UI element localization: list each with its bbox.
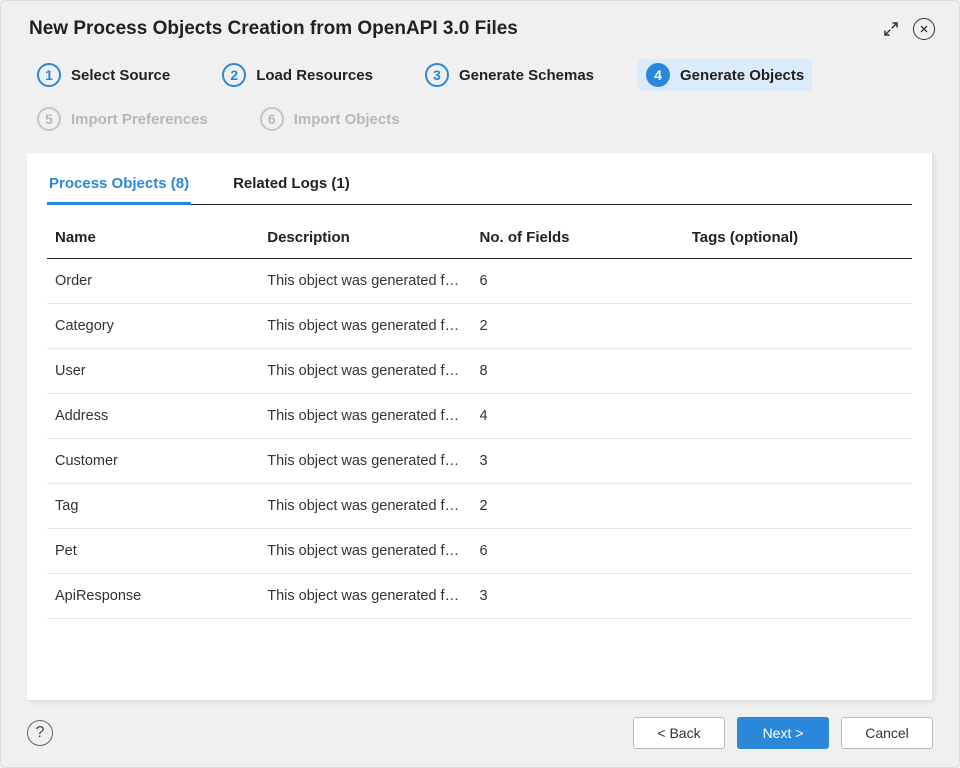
table-row[interactable]: CategoryThis object was generated fro...…	[47, 304, 912, 349]
cell-fields: 8	[480, 363, 692, 379]
step-num: 3	[425, 63, 449, 87]
step-label: Generate Objects	[680, 67, 804, 84]
step-label: Import Objects	[294, 111, 400, 128]
table-row[interactable]: AddressThis object was generated fro...4	[47, 394, 912, 439]
wizard-steps: 1 Select Source 2 Load Resources 3 Gener…	[1, 53, 959, 153]
cell-description: This object was generated fro...	[267, 318, 479, 334]
cell-name: Pet	[55, 543, 267, 559]
step-num: 5	[37, 107, 61, 131]
cell-fields: 3	[480, 453, 692, 469]
cell-description: This object was generated fro...	[267, 543, 479, 559]
cell-name: Tag	[55, 498, 267, 514]
cell-fields: 6	[480, 273, 692, 289]
table-row[interactable]: CustomerThis object was generated fro...…	[47, 439, 912, 484]
cell-description: This object was generated fro...	[267, 273, 479, 289]
cell-name: ApiResponse	[55, 588, 267, 604]
cell-name: Address	[55, 408, 267, 424]
expand-icon[interactable]	[879, 17, 903, 41]
cell-description: This object was generated fro...	[267, 453, 479, 469]
footer-actions: < Back Next > Cancel	[633, 717, 933, 749]
table-header-row: Name Description No. of Fields Tags (opt…	[47, 217, 912, 259]
back-button[interactable]: < Back	[633, 717, 725, 749]
cell-name: Category	[55, 318, 267, 334]
cell-description: This object was generated fro...	[267, 498, 479, 514]
table-row[interactable]: UserThis object was generated fro...8	[47, 349, 912, 394]
cell-name: Customer	[55, 453, 267, 469]
tabs: Process Objects (8) Related Logs (1)	[47, 175, 912, 205]
table-row[interactable]: PetThis object was generated fro...6	[47, 529, 912, 574]
wizard-dialog: New Process Objects Creation from OpenAP…	[0, 0, 960, 768]
next-button[interactable]: Next >	[737, 717, 829, 749]
tab-process-objects[interactable]: Process Objects (8)	[47, 175, 191, 205]
cell-name: User	[55, 363, 267, 379]
col-tags[interactable]: Tags (optional)	[692, 229, 904, 246]
cell-fields: 6	[480, 543, 692, 559]
cell-fields: 3	[480, 588, 692, 604]
tab-related-logs[interactable]: Related Logs (1)	[231, 175, 352, 205]
step-num: 2	[222, 63, 246, 87]
cancel-button[interactable]: Cancel	[841, 717, 933, 749]
step-label: Select Source	[71, 67, 170, 84]
step-import-objects: 6 Import Objects	[252, 103, 408, 135]
step-label: Generate Schemas	[459, 67, 594, 84]
dialog-header: New Process Objects Creation from OpenAP…	[1, 1, 959, 53]
step-num: 6	[260, 107, 284, 131]
table-row[interactable]: ApiResponseThis object was generated fro…	[47, 574, 912, 619]
step-num: 1	[37, 63, 61, 87]
col-description[interactable]: Description	[267, 229, 479, 246]
step-label: Import Preferences	[71, 111, 208, 128]
dialog-title: New Process Objects Creation from OpenAP…	[29, 18, 518, 40]
cell-description: This object was generated fro...	[267, 588, 479, 604]
cell-description: This object was generated fro...	[267, 363, 479, 379]
step-generate-objects[interactable]: 4 Generate Objects	[638, 59, 812, 91]
close-icon[interactable]	[913, 18, 935, 40]
cell-fields: 4	[480, 408, 692, 424]
header-controls	[879, 17, 935, 41]
step-generate-schemas[interactable]: 3 Generate Schemas	[417, 59, 602, 91]
step-num: 4	[646, 63, 670, 87]
step-select-source[interactable]: 1 Select Source	[29, 59, 178, 91]
table-row[interactable]: TagThis object was generated fro...2	[47, 484, 912, 529]
col-name[interactable]: Name	[55, 229, 267, 246]
cell-description: This object was generated fro...	[267, 408, 479, 424]
table-row[interactable]: OrderThis object was generated fro...6	[47, 259, 912, 304]
cell-fields: 2	[480, 318, 692, 334]
dialog-footer: ? < Back Next > Cancel	[1, 701, 959, 767]
col-fields[interactable]: No. of Fields	[480, 229, 692, 246]
help-icon[interactable]: ?	[27, 720, 53, 746]
content-card: Process Objects (8) Related Logs (1) Nam…	[27, 153, 933, 701]
step-label: Load Resources	[256, 67, 373, 84]
cell-fields: 2	[480, 498, 692, 514]
step-import-preferences: 5 Import Preferences	[29, 103, 216, 135]
step-load-resources[interactable]: 2 Load Resources	[214, 59, 381, 91]
cell-name: Order	[55, 273, 267, 289]
objects-table: Name Description No. of Fields Tags (opt…	[47, 217, 912, 619]
